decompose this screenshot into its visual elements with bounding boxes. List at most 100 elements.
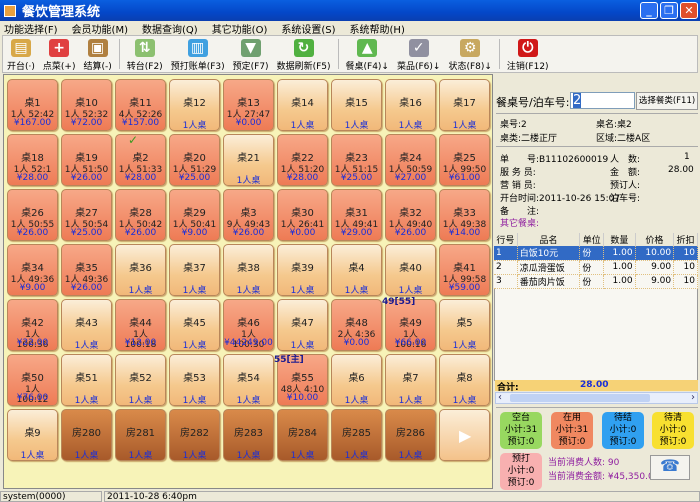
table-tile[interactable]: 桌41 1人 99:58 ¥59.00	[439, 244, 490, 296]
table-row[interactable]: 2 凉瓜滑蛋饭份 1.00 9.00 10	[494, 260, 698, 275]
table-tile[interactable]: 桌15 1人桌	[331, 79, 382, 131]
table-tile[interactable]: 桌26 1人 50:55 ¥26.00	[7, 189, 58, 241]
col-price[interactable]: 价格	[635, 233, 675, 246]
table-tile[interactable]: 桌4 1人桌	[331, 244, 382, 296]
select-category-button[interactable]: 选择餐类(F11)	[636, 92, 698, 110]
col-discount[interactable]: 折扣	[673, 233, 698, 246]
menu-other[interactable]: 其它功能(O)	[212, 21, 268, 36]
table-tile[interactable]: 桌28 1人 50:42 ¥26.00	[115, 189, 166, 241]
status-legend-box[interactable]: 空台 小计:31 预订:0	[500, 412, 542, 449]
table-tile[interactable]: 桌19 1人 51:50 ¥26.00	[61, 134, 112, 186]
table-tile[interactable]: 桌37 1人桌	[169, 244, 220, 296]
table-tile[interactable]: 桌18 1人 52:1 ¥28.00	[7, 134, 58, 186]
col-unit[interactable]: 单位	[579, 233, 605, 246]
scroll-right-icon[interactable]: ›	[691, 392, 695, 403]
table-tile[interactable]: 桌34 1人 49:36 ¥9.00	[7, 244, 58, 296]
minimize-button[interactable]: _	[640, 2, 658, 19]
table-tile[interactable]: 桌42 1人 100:36 ¥22.00	[7, 299, 58, 351]
table-tile[interactable]: 房283 1人桌	[223, 409, 274, 461]
table-tile[interactable]: 桌48 2人 4:36 ¥0.00	[331, 299, 382, 351]
table-tile[interactable]: 桌2 1人 51:33 ¥28.00 ✓	[115, 133, 166, 186]
toolbar-button[interactable]: ⇅ 转台(F2)	[123, 36, 167, 72]
toolbar-button[interactable]: ▼ 预定(F7)	[229, 36, 273, 72]
toolbar-button[interactable]: ✓ 菜品(F6)↓	[393, 36, 444, 72]
table-tile[interactable]: 桌49 1人 100:16 ¥66.00 49[55]	[382, 297, 436, 351]
table-tile[interactable]: 桌32 1人 49:40 ¥26.00	[385, 189, 436, 241]
status-legend-box[interactable]: 预打 小计:0 预订:0	[500, 453, 542, 490]
toolbar-button[interactable]: ▣ 结算(-)	[79, 36, 115, 72]
status-legend-box[interactable]: 待结 小计:0 预订:0	[602, 412, 644, 449]
status-legend-box[interactable]: 在用 小计:31 预订:0	[551, 412, 593, 449]
table-tile[interactable]: 桌6 1人桌	[331, 354, 382, 406]
table-tile[interactable]: 桌20 1人 51:29 ¥25.00	[169, 134, 220, 186]
table-tile[interactable]: 房286 1人桌	[385, 409, 436, 461]
table-tile[interactable]: 桌33 1人 49:38 ¥14.00	[439, 189, 490, 241]
col-qty[interactable]: 数量	[603, 233, 636, 246]
table-tile[interactable]: 桌45 1人桌	[169, 299, 220, 351]
table-tile[interactable]: 桌39 1人桌	[277, 244, 328, 296]
menu-function[interactable]: 功能选择(F)	[4, 21, 58, 36]
table-tile[interactable]: 房285 1人桌	[331, 409, 382, 461]
toolbar-button[interactable]: ▥ 预打账单(F3)	[167, 36, 229, 72]
table-tile[interactable]: 桌12 1人桌	[169, 79, 220, 131]
table-tile[interactable]: 桌52 1人桌	[115, 354, 166, 406]
toolbar-button[interactable]: ▲ 餐桌(F4)↓	[342, 36, 393, 72]
table-tile[interactable]: 桌55 48人 4:10 ¥10.00 55[主]	[274, 354, 328, 406]
table-tile[interactable]: 桌50 1人 100:12 ¥76.00	[7, 354, 58, 406]
table-row[interactable]: 3 番茄肉片饭份 1.00 9.00 10	[494, 274, 698, 289]
toolbar-button[interactable]: ⚙ 状态(F8)↓	[444, 36, 495, 72]
table-tile[interactable]: 桌21 1人桌	[223, 134, 274, 186]
table-tile[interactable]: 桌16 1人桌	[385, 79, 436, 131]
close-button[interactable]: ✕	[680, 2, 698, 19]
horizontal-scrollbar[interactable]: ‹ ›	[495, 392, 698, 404]
table-tile[interactable]: 桌53 1人桌	[169, 354, 220, 406]
table-tile[interactable]: 桌31 1人 49:41 ¥29.00	[331, 189, 382, 241]
table-tile[interactable]: 桌54 1人桌	[223, 354, 274, 406]
table-tile[interactable]: 桌36 1人桌	[115, 244, 166, 296]
table-tile[interactable]: 桌35 1人 49:36 ¥26.00	[61, 244, 112, 296]
table-tile[interactable]: 房284 1人桌	[277, 409, 328, 461]
menu-query[interactable]: 数据查询(Q)	[142, 21, 198, 36]
table-tile[interactable]: 桌23 1人 51:15 ¥25.00	[331, 134, 382, 186]
restore-button[interactable]: ❐	[660, 2, 678, 19]
menu-member[interactable]: 会员功能(M)	[72, 21, 128, 36]
toolbar-button[interactable]: ▤ 开台(·)	[3, 36, 39, 72]
toolbar-button[interactable]: ⏻ 注销(F12)	[503, 36, 553, 72]
table-tile[interactable]: 桌43 1人桌	[61, 299, 112, 351]
table-tile[interactable]: 桌29 1人 50:41 ¥9.00	[169, 189, 220, 241]
col-row[interactable]: 行号	[494, 233, 518, 246]
table-tile[interactable]: 房280 1人桌	[61, 409, 112, 461]
table-tile[interactable]: 桌22 1人 51:20 ¥28.00	[277, 134, 328, 186]
table-tile[interactable]: 房282 1人桌	[169, 409, 220, 461]
table-tile[interactable]: 桌14 1人桌	[277, 79, 328, 131]
table-tile[interactable]: 桌13 1人 27:47 ¥0.00	[223, 79, 274, 131]
scroll-left-icon[interactable]: ‹	[498, 392, 502, 403]
table-tile[interactable]: 桌11 4人 52:26 ¥157.00	[115, 79, 166, 131]
menu-settings[interactable]: 系统设置(S)	[281, 21, 335, 36]
table-tile[interactable]: 桌25 1人 99:50 ¥61.00	[439, 134, 490, 186]
table-tile[interactable]: 桌30 1人 26:41 ¥0.00	[277, 189, 328, 241]
table-row[interactable]: 1 白饭10元份 1.00 10.00 10	[494, 246, 698, 261]
table-tile[interactable]: 桌8 1人桌	[439, 354, 490, 406]
table-tile[interactable]: 桌24 1人 50:59 ¥27.00	[385, 134, 436, 186]
table-tile[interactable]: 桌44 1人 100:18 ¥12.00	[115, 299, 166, 351]
toolbar-button[interactable]: ↻ 数据刷新(F5)	[273, 36, 335, 72]
table-tile[interactable]: 桌47 1人桌	[277, 299, 328, 351]
table-tile[interactable]: 桌10 1人 52:32 ¥72.00	[61, 79, 112, 131]
table-tile[interactable]: 桌3 9人 49:43 ¥26.00	[223, 189, 274, 241]
table-tile[interactable]: 桌46 1人 100:30 ¥44249.00	[223, 299, 274, 351]
table-tile[interactable]: 桌27 1人 50:54 ¥25.00	[61, 189, 112, 241]
table-tile[interactable]: 桌5 1人桌	[439, 299, 490, 351]
table-tile[interactable]: 桌7 1人桌	[385, 354, 436, 406]
table-number-input[interactable]: 2	[570, 92, 635, 109]
col-name[interactable]: 品名	[517, 233, 581, 246]
table-tile[interactable]: 桌9 1人桌	[7, 409, 58, 461]
next-page-button[interactable]: ▶	[439, 409, 490, 461]
table-tile[interactable]: 桌38 1人桌	[223, 244, 274, 296]
table-tile[interactable]: 桌51 1人桌	[61, 354, 112, 406]
table-tile[interactable]: 桌40 1人桌	[385, 244, 436, 296]
status-legend-box[interactable]: 待清 小计:0 预订:0	[652, 412, 694, 449]
scroll-thumb[interactable]	[510, 394, 650, 402]
table-tile[interactable]: 房281 1人桌	[115, 409, 166, 461]
menu-help[interactable]: 系统帮助(H)	[350, 21, 405, 36]
